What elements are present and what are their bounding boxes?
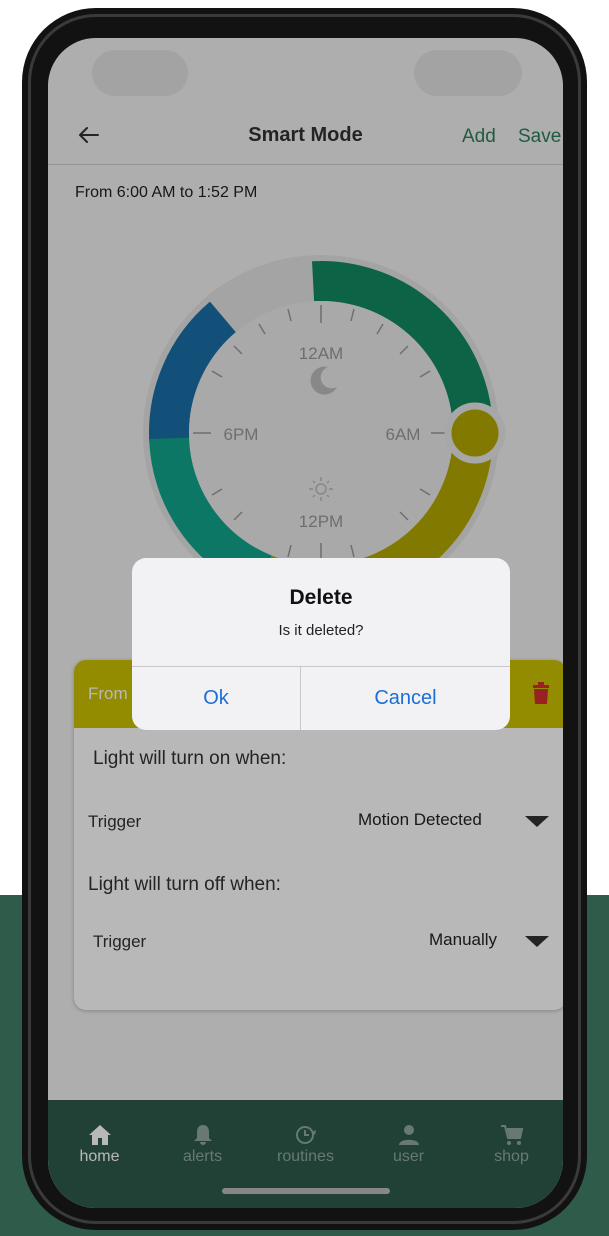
delete-dialog: Delete Is it deleted? Ok Cancel [132, 558, 510, 730]
cancel-button[interactable]: Cancel [301, 666, 510, 730]
ok-button[interactable]: Ok [132, 666, 300, 730]
dialog-message: Is it deleted? [278, 622, 364, 639]
app-screen: Smart Mode Add Save From 6:00 AM to 1:52… [48, 38, 563, 1208]
dialog-title: Delete [289, 586, 353, 609]
